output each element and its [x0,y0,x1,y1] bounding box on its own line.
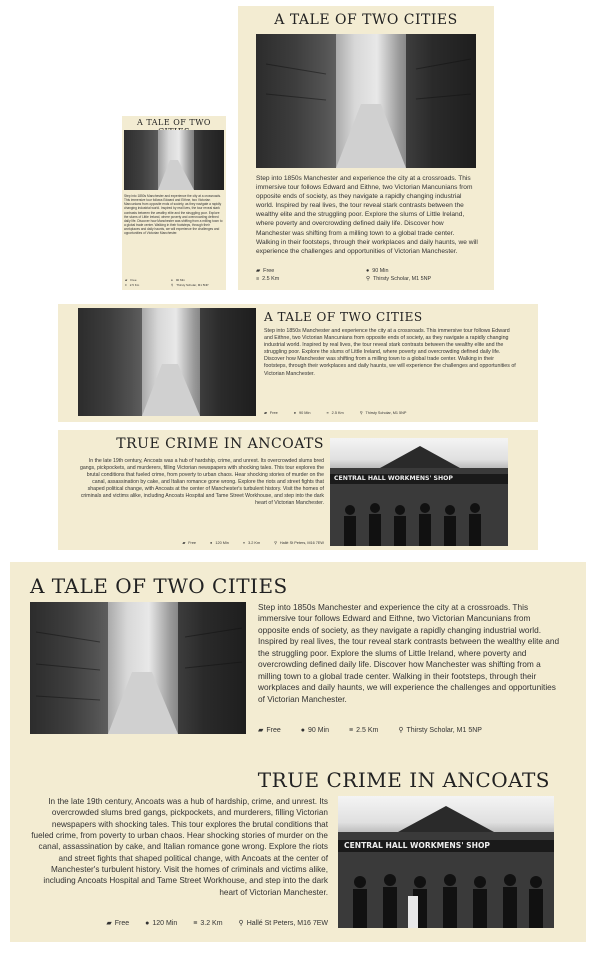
tour-description: In the late 19th century, Ancoats was a … [31,797,328,897]
distance-item: ≡ 3.2 Km [193,919,223,927]
tour-meta: ▰ Free ● 120 Min ≡ 3.2 Km ⚲ Hallé St Peters,… [50,919,328,928]
street-photo [256,34,476,168]
walking-route-icon: ≡ [326,410,329,415]
ticket-icon: ▰ [125,278,128,282]
walking-route-icon: ≡ [242,540,246,545]
clock-icon: ● [171,278,173,282]
duration-item: ● 90 Min [171,278,185,282]
street-photo [78,308,256,416]
duration-item: ● 120 Min [145,919,178,927]
distance-item: ≡ 2.5 Km [256,276,280,282]
price-item: ▰ Free [264,410,278,416]
location-item: ⚲ Thirsty Scholar, M1 5NP [171,283,209,287]
distance-item: ≡ 2.5 Km [326,410,344,415]
ticket-icon: ▰ [258,727,264,734]
distance-item: ≡ 2.5 Km [349,726,379,734]
distance-item: ≡ 3.2 Km [242,540,261,545]
map-pin-icon: ⚲ [171,283,174,287]
workmens-shop-photo: CENTRAL HALL WORKMENS' SHOP [330,438,508,546]
location-item: ⚲ Thirsty Scholar, M1 5NP [359,410,407,416]
clock-icon: ● [293,410,297,415]
tour-title: A TALE OF TWO CITIES [274,12,458,28]
location-item: ⚲ Hallé St Peters, M16 7EW [274,540,324,546]
duration-item: ● 90 Min [300,726,330,734]
ticket-icon: ▰ [264,411,267,415]
price-item: ▰ Free [182,540,197,546]
shop-sign-text: CENTRAL HALL WORKMENS' SHOP [334,475,453,482]
tour-title: A TALE OF TWO CITIES [264,310,423,324]
tour-description: Step into 1850s Manchester and experienc… [256,175,478,255]
tour-meta: ▰ Free ● 90 Min ≡ 2.5 Km ⚲ Thirsty Scholar, … [258,726,578,735]
walking-route-icon: ≡ [193,919,198,927]
price-item: ▰ Free [258,726,281,735]
tour-card-medium-2: TRUE CRIME IN ANCOATS In the late 19th c… [58,430,538,550]
tour-card-tablet: A TALE OF TWO CITIES Step into 1850s Man… [238,6,494,290]
street-photo [124,130,224,190]
tour-title: TRUE CRIME IN ANCOATS [257,768,550,792]
tour-meta: ▰ Free ● 120 Min ≡ 3.2 Km ⚲ Hallé St Peters,… [132,540,324,546]
clock-icon: ● [210,540,213,545]
clock-icon: ● [366,268,370,274]
map-pin-icon: ⚲ [359,411,363,415]
tour-card-large: A TALE OF TWO CITIES Step into 1850s Man… [10,562,586,942]
location-item: ⚲ Thirsty Scholar, M1 5NP [366,276,432,282]
map-pin-icon: ⚲ [274,541,277,545]
distance-item: ≡ 2.5 Km [125,283,140,287]
duration-item: ● 120 Min [210,540,229,545]
walking-route-icon: ≡ [349,726,354,734]
map-pin-icon: ⚲ [366,276,370,282]
tour-meta: ▰ Free ● 90 Min ≡ 2.5 Km ⚲ Thirsty Scholar, … [125,278,223,287]
tour-meta: ▰ Free ● 90 Min ≡ 2.5 Km ⚲ Thirsty Scholar, … [256,268,478,282]
tour-description: Step into 1850s Manchester and experienc… [258,602,560,704]
workmens-shop-photo: CENTRAL HALL WORKMENS' SHOP [338,796,554,928]
price-item: ▰ Free [256,268,275,274]
clock-icon: ● [145,919,150,927]
map-pin-icon: ⚲ [238,920,244,927]
map-pin-icon: ⚲ [398,727,404,734]
duration-item: ● 90 Min [293,410,311,415]
clock-icon: ● [300,726,306,734]
walking-route-icon: ≡ [125,283,127,287]
tour-description: Step into 1850s Manchester and experienc… [264,328,516,377]
shop-sign-text: CENTRAL HALL WORKMENS' SHOP [344,841,491,850]
ticket-icon: ▰ [256,268,261,274]
duration-item: ● 90 Min [366,268,389,274]
street-photo [30,602,246,734]
tour-title: A TALE OF TWO CITIES [30,574,288,598]
tour-card-mobile-small: A TALE OF TWO CITIES Step into 1850s Man… [122,116,226,290]
walking-route-icon: ≡ [256,276,260,282]
price-item: ▰ Free [125,278,137,282]
tour-description: Step into 1850s Manchester and experienc… [124,194,223,236]
tour-meta: ▰ Free ● 90 Min ≡ 2.5 Km ⚲ Thirsty Scholar, … [264,410,524,416]
location-item: ⚲ Thirsty Scholar, M1 5NP [398,726,482,735]
price-item: ▰ Free [106,919,130,928]
ticket-icon: ▰ [182,541,186,545]
location-item: ⚲ Hallé St Peters, M16 7EW [238,919,328,928]
ticket-icon: ▰ [106,920,112,927]
tour-title: TRUE CRIME IN ANCOATS [116,436,324,452]
tour-card-medium-1: A TALE OF TWO CITIES Step into 1850s Man… [58,304,538,422]
tour-description: In the late 19th century, Ancoats was a … [79,458,324,506]
